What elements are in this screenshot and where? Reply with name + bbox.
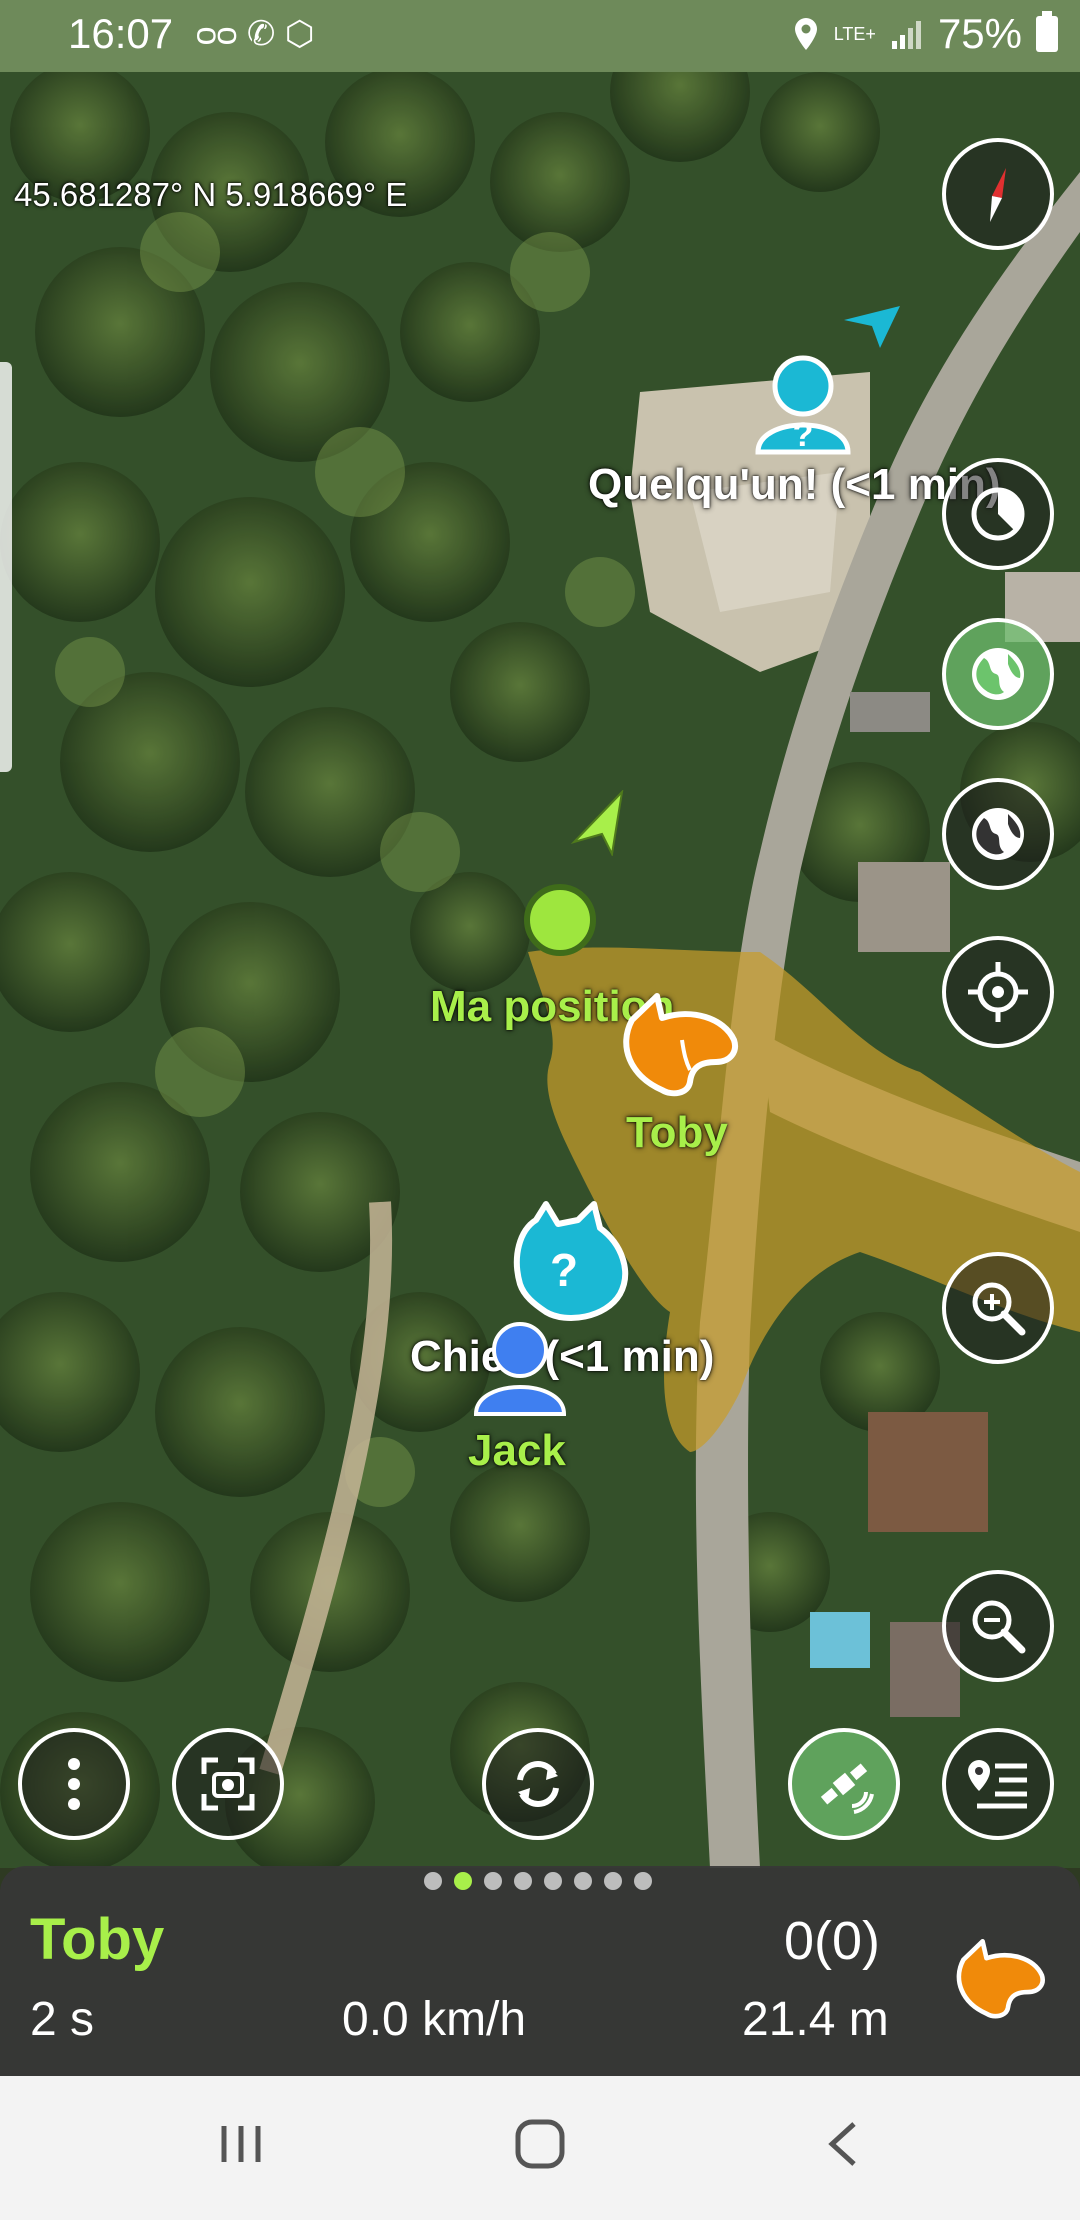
svg-text:?: ? [550, 1244, 578, 1296]
globe-button[interactable] [942, 778, 1054, 890]
page-dot[interactable] [424, 1872, 442, 1890]
svg-text:?: ? [793, 416, 814, 454]
compass-icon [990, 168, 1006, 222]
status-right: LTE+ 75% [792, 10, 1058, 58]
satellite-button[interactable] [788, 1728, 900, 1840]
timer-button[interactable] [942, 458, 1054, 570]
page-indicator[interactable] [424, 1872, 652, 1890]
globe-green-icon [972, 648, 1024, 700]
refresh-button[interactable] [482, 1728, 594, 1840]
signal-icon [891, 21, 921, 49]
zoom-out-button[interactable] [942, 1570, 1054, 1682]
status-time: 16:07 [68, 10, 174, 57]
timer-icon [971, 487, 1025, 541]
dog-head-icon [956, 1938, 1045, 2019]
capture-icon [201, 1757, 255, 1811]
status-bar: 16:07 ᴑᴑ ✆ ⬡ LTE+ 75% [0, 0, 1080, 72]
battery-percent: 75% [937, 10, 1022, 57]
system-nav-bar [0, 2076, 1080, 2220]
page-dot-active[interactable] [454, 1872, 472, 1890]
zoom-in-icon [972, 1282, 1026, 1336]
capture-button[interactable] [172, 1728, 284, 1840]
unknown-person-marker-icon[interactable]: ? [748, 344, 858, 464]
notification-icons: ᴑᴑ ✆ ⬡ [196, 15, 315, 53]
my-heading-arrow-icon [570, 790, 624, 856]
zoom-in-button[interactable] [942, 1252, 1054, 1364]
time-since-update: 2 s [30, 1993, 95, 2046]
network-type: LTE+ [833, 24, 876, 44]
waypoint-list-icon [968, 1760, 1027, 1809]
map-imagery [0, 72, 1080, 1868]
toby-label: Toby [626, 1108, 728, 1157]
page-dot[interactable] [604, 1872, 622, 1890]
dog-distance: 21.4 m [742, 1993, 889, 2046]
locate-button[interactable] [942, 936, 1054, 1048]
zoom-out-icon [972, 1600, 1026, 1654]
page-dot[interactable] [634, 1872, 652, 1890]
back-icon[interactable] [822, 2116, 862, 2172]
battery-icon [1036, 11, 1058, 52]
satellite-icon [820, 1763, 874, 1814]
selected-dog-name: Toby [30, 1907, 165, 1972]
jack-label: Jack [468, 1426, 566, 1475]
menu-button[interactable] [18, 1728, 130, 1840]
compass-button[interactable] [942, 138, 1054, 250]
toby-dog-marker-icon[interactable] [612, 990, 742, 1100]
dog-info-panel[interactable]: Toby 2 s 0.0 km/h 0(0) 21.4 m [0, 1866, 1080, 2076]
location-icon [794, 18, 817, 50]
globe-green-button[interactable] [942, 618, 1054, 730]
page-dot[interactable] [484, 1872, 502, 1890]
waypoint-list-button[interactable] [942, 1728, 1054, 1840]
unknown-dog-marker-icon[interactable]: ? [506, 1200, 636, 1324]
drawer-handle[interactable] [0, 362, 12, 772]
my-position-dot-icon[interactable] [522, 882, 598, 958]
crosshair-icon [968, 962, 1028, 1022]
globe-icon [972, 808, 1024, 860]
unknown-person-label: Quelqu'un! (<1 min) [588, 460, 1001, 509]
coordinates-readout: 45.681287° N 5.918669° E [14, 176, 408, 213]
refresh-icon [517, 1761, 559, 1807]
recent-apps-icon[interactable] [216, 2116, 266, 2172]
dog-speed: 0.0 km/h [342, 1993, 527, 2046]
page-dot[interactable] [544, 1872, 562, 1890]
more-vertical-icon [68, 1758, 80, 1810]
satellite-map[interactable]: 45.681287° N 5.918669° E ? Quelqu'un! (<… [0, 72, 1080, 1868]
page-dot[interactable] [574, 1872, 592, 1890]
jack-person-marker-icon[interactable] [468, 1314, 572, 1424]
bark-count: 0(0) [784, 1911, 881, 1971]
page-dot[interactable] [514, 1872, 532, 1890]
home-icon[interactable] [512, 2116, 568, 2172]
